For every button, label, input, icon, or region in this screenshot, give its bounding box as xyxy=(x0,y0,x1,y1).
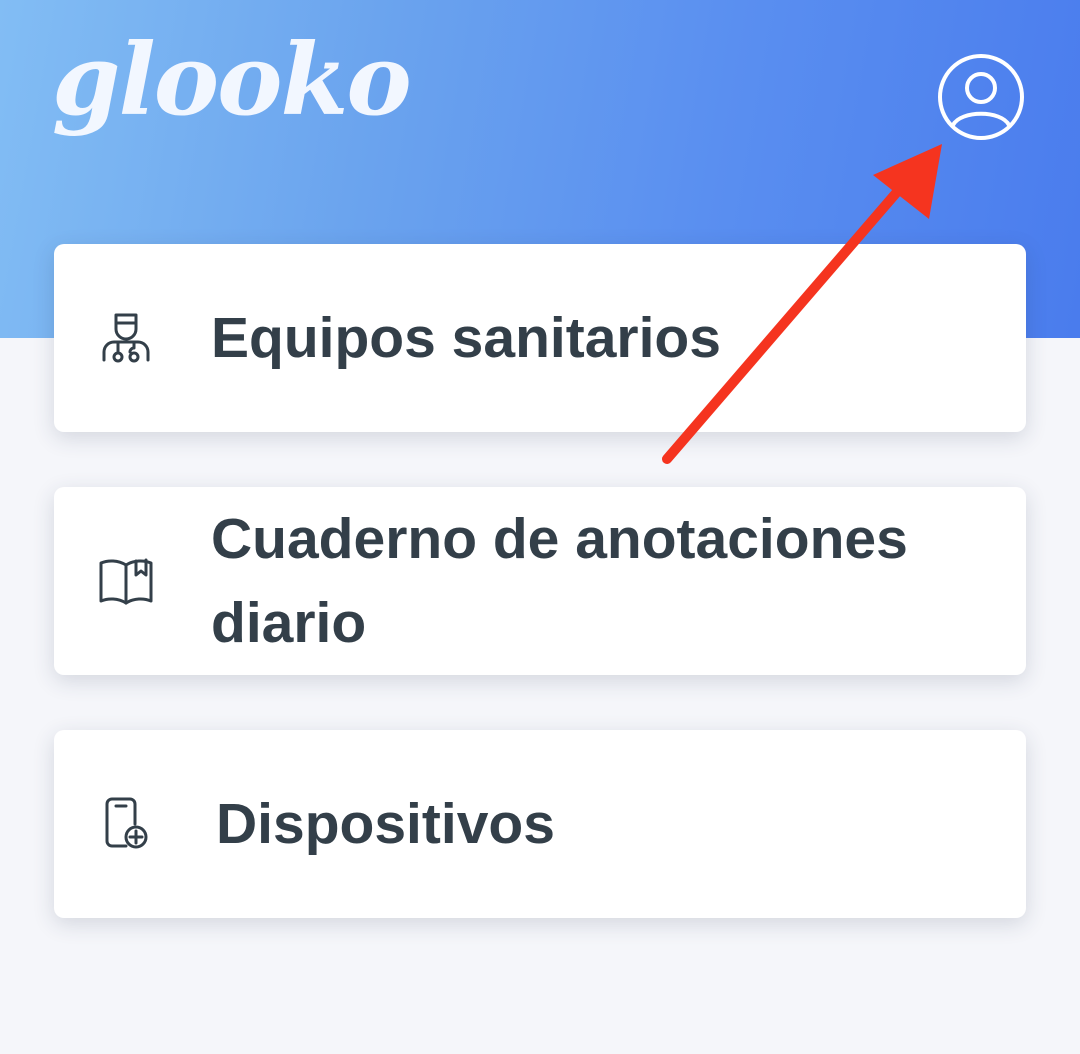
menu-item-label: Equipos sanitarios xyxy=(211,306,721,370)
menu-item-equipos-sanitarios[interactable]: Equipos sanitarios xyxy=(54,244,1026,432)
doctor-icon xyxy=(96,308,156,368)
book-icon xyxy=(96,551,156,611)
menu-item-dispositivos[interactable]: Dispositivos xyxy=(54,730,1026,918)
menu-item-cuaderno[interactable]: Cuaderno de anotaciones diario xyxy=(54,487,1026,675)
user-circle-icon xyxy=(938,54,1024,140)
device-plus-icon xyxy=(96,794,156,854)
menu-item-label: Dispositivos xyxy=(216,792,555,856)
menu-item-label: Cuaderno de anotaciones diario xyxy=(211,507,908,655)
glooko-logo: glooko xyxy=(52,23,412,138)
profile-button[interactable] xyxy=(936,52,1026,142)
